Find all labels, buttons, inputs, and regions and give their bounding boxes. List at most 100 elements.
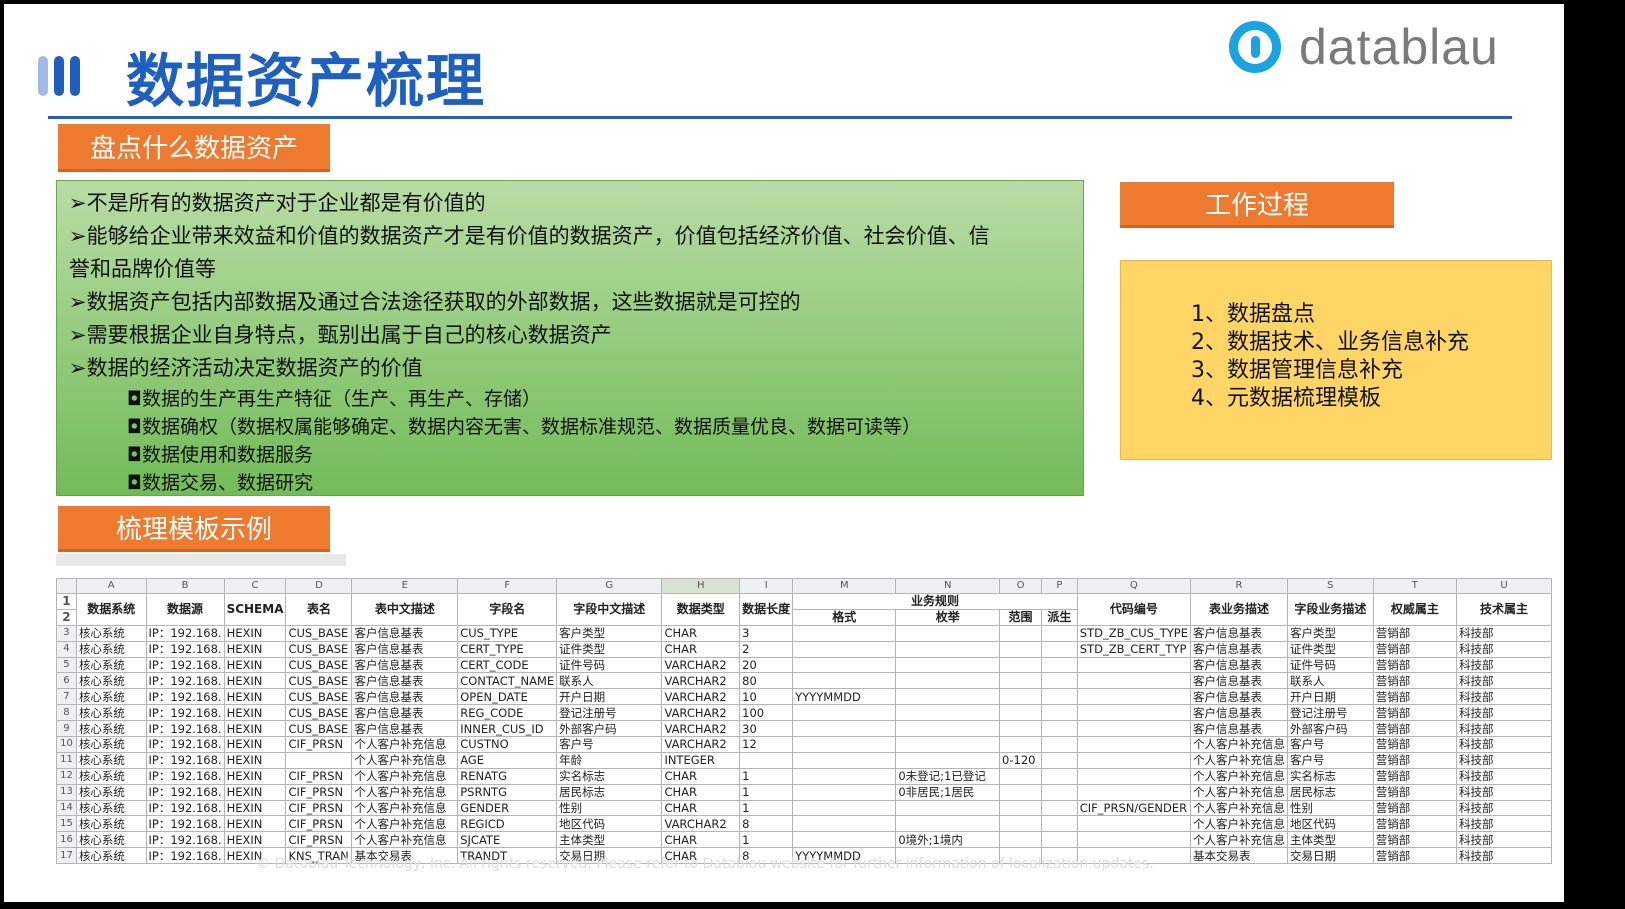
table-cell[interactable]: HEXIN <box>223 704 287 722</box>
table-cell[interactable] <box>999 640 1042 658</box>
table-cell[interactable]: 证件类型 <box>1286 640 1374 658</box>
table-cell[interactable]: CUS_BASE <box>285 624 353 642</box>
column-letter[interactable]: R <box>1189 578 1288 594</box>
table-cell[interactable]: 客户号 <box>556 736 663 753</box>
table-cell[interactable]: HEXIN <box>223 751 287 769</box>
table-cell[interactable]: 科技部 <box>1455 640 1553 658</box>
table-cell[interactable]: 营销部 <box>1372 799 1457 817</box>
table-cell[interactable] <box>1040 720 1078 738</box>
table-cell[interactable]: 核心系统 <box>75 767 147 785</box>
table-cell[interactable]: 客户信息基表 <box>351 672 459 690</box>
table-cell[interactable]: INNER_CUS_ID <box>457 720 558 738</box>
table-cell[interactable]: VARCHAR2 <box>661 656 741 674</box>
table-cell[interactable] <box>1040 656 1078 674</box>
table-cell[interactable] <box>792 736 897 753</box>
table-cell[interactable]: 30 <box>739 720 794 738</box>
table-cell[interactable]: 实名标志 <box>1286 767 1374 785</box>
table-cell[interactable]: CERT_TYPE <box>457 640 558 658</box>
table-cell[interactable]: 营销部 <box>1372 640 1457 658</box>
header-cell[interactable]: SCHEMA <box>223 593 287 626</box>
table-cell[interactable]: 个人客户补充信息 <box>1189 783 1288 801</box>
header-cell[interactable]: 业务规则 <box>792 593 1078 610</box>
table-cell[interactable]: CIF_PRSN <box>285 799 353 817</box>
table-cell[interactable] <box>999 672 1042 690</box>
table-cell[interactable] <box>1040 815 1078 833</box>
header-cell[interactable]: 表名 <box>285 593 353 626</box>
table-cell[interactable] <box>999 720 1042 738</box>
table-cell[interactable]: RENATG <box>457 767 558 785</box>
table-cell[interactable] <box>999 783 1042 801</box>
table-cell[interactable]: CHAR <box>661 783 741 801</box>
row-number[interactable]: 3 <box>56 624 77 642</box>
column-letter[interactable]: C <box>223 578 287 594</box>
row-number[interactable]: 7 <box>56 688 77 706</box>
table-cell[interactable]: CERT_CODE <box>457 656 558 674</box>
table-cell[interactable]: IP：192.168. <box>145 799 225 817</box>
table-cell[interactable]: 营销部 <box>1372 624 1457 642</box>
row-number[interactable]: 1 <box>56 593 77 610</box>
table-cell[interactable]: 客户信息基表 <box>1189 624 1288 642</box>
column-letter[interactable]: P <box>1040 578 1078 594</box>
table-cell[interactable]: REGICD <box>457 815 558 833</box>
subheader-cell[interactable]: 派生 <box>1040 608 1078 626</box>
table-cell[interactable]: 1 <box>739 783 794 801</box>
table-cell[interactable]: 核心系统 <box>75 736 147 753</box>
table-cell[interactable] <box>1040 751 1078 769</box>
table-cell[interactable] <box>1040 672 1078 690</box>
table-cell[interactable] <box>792 624 897 642</box>
table-cell[interactable] <box>1040 799 1078 817</box>
table-cell[interactable]: 客户信息基表 <box>1189 672 1288 690</box>
table-cell[interactable]: 个人客户补充信息 <box>351 815 459 833</box>
table-cell[interactable]: 开户日期 <box>1286 688 1374 706</box>
table-cell[interactable] <box>1040 704 1078 722</box>
table-cell[interactable]: 营销部 <box>1372 720 1457 738</box>
table-cell[interactable]: STD_ZB_CUS_TYPE <box>1076 624 1191 642</box>
table-cell[interactable]: CIF_PRSN/GENDER <box>1076 799 1191 817</box>
table-cell[interactable]: 个人客户补充信息 <box>351 767 459 785</box>
table-cell[interactable]: CIF_PRSN <box>285 736 353 753</box>
row-number[interactable]: 14 <box>56 799 77 817</box>
table-cell[interactable]: 个人客户补充信息 <box>1189 799 1288 817</box>
table-cell[interactable] <box>1040 831 1078 849</box>
table-cell[interactable]: HEXIN <box>223 815 287 833</box>
table-cell[interactable] <box>999 656 1042 674</box>
table-cell[interactable] <box>1040 624 1078 642</box>
table-cell[interactable]: 0未登记;1已登记 <box>895 767 1001 785</box>
table-cell[interactable]: IP：192.168. <box>145 704 225 722</box>
table-cell[interactable] <box>1076 688 1191 706</box>
row-number[interactable]: 10 <box>56 736 77 753</box>
table-cell[interactable] <box>1076 767 1191 785</box>
table-cell[interactable]: VARCHAR2 <box>661 736 741 753</box>
table-cell[interactable] <box>739 751 794 769</box>
row-number[interactable]: 12 <box>56 767 77 785</box>
table-cell[interactable]: CUS_BASE <box>285 640 353 658</box>
table-cell[interactable]: CHAR <box>661 624 741 642</box>
table-cell[interactable] <box>792 751 897 769</box>
table-cell[interactable] <box>895 751 1001 769</box>
table-cell[interactable]: 核心系统 <box>75 704 147 722</box>
table-cell[interactable] <box>792 767 897 785</box>
table-cell[interactable]: VARCHAR2 <box>661 672 741 690</box>
table-cell[interactable]: 客户信息基表 <box>351 640 459 658</box>
table-cell[interactable]: REG_CODE <box>457 704 558 722</box>
table-cell[interactable] <box>895 799 1001 817</box>
table-cell[interactable]: 0-120 <box>999 751 1042 769</box>
column-letter[interactable]: O <box>999 578 1042 594</box>
subheader-cell[interactable]: 范围 <box>999 608 1042 626</box>
column-letter[interactable]: B <box>145 578 225 594</box>
table-cell[interactable]: 外部客户码 <box>556 720 663 738</box>
column-letter[interactable]: U <box>1455 578 1553 594</box>
table-cell[interactable]: 营销部 <box>1372 751 1457 769</box>
column-letter[interactable]: M <box>792 578 897 594</box>
table-cell[interactable]: IP：192.168. <box>145 783 225 801</box>
row-number[interactable]: 4 <box>56 640 77 658</box>
table-cell[interactable]: 居民标志 <box>1286 783 1374 801</box>
row-number[interactable]: 15 <box>56 815 77 833</box>
row-number[interactable]: 13 <box>56 783 77 801</box>
table-cell[interactable]: IP：192.168. <box>145 688 225 706</box>
table-cell[interactable]: 科技部 <box>1455 736 1553 753</box>
table-cell[interactable]: CUS_BASE <box>285 720 353 738</box>
table-cell[interactable]: 个人客户补充信息 <box>351 799 459 817</box>
table-cell[interactable]: 交易日期 <box>1286 847 1374 865</box>
table-cell[interactable]: CIF_PRSN <box>285 767 353 785</box>
